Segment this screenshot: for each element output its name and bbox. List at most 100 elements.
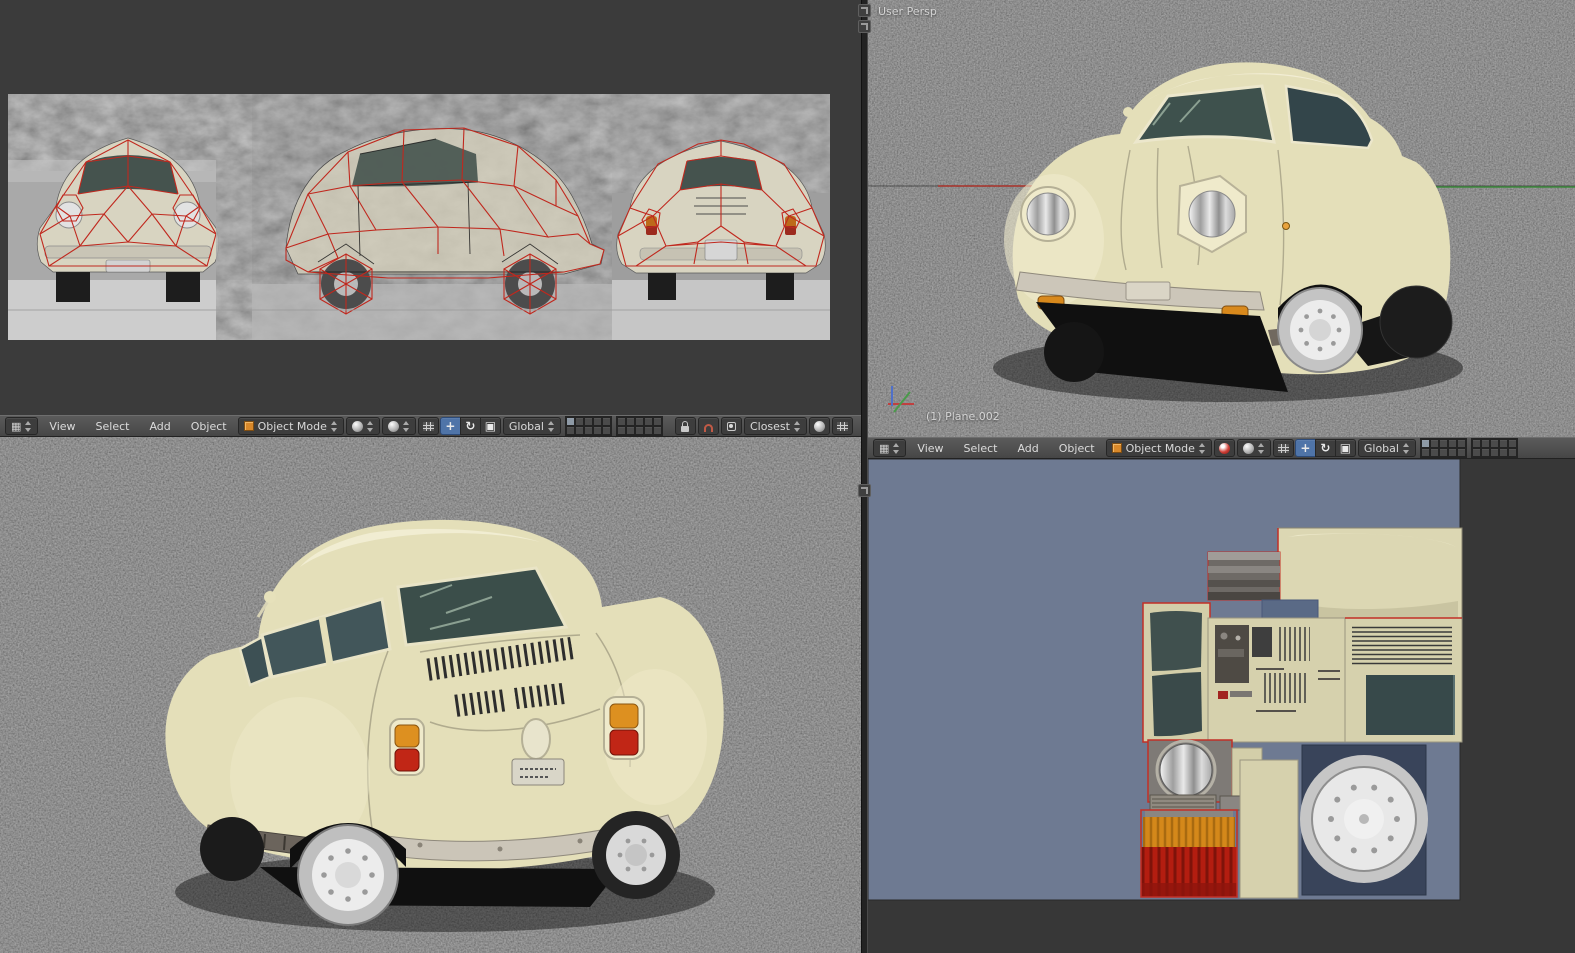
layer-toggle[interactable]: [626, 417, 635, 426]
area-corner-widget[interactable]: [858, 4, 871, 17]
layer-grid-2: [616, 416, 663, 436]
layer-toggle[interactable]: [593, 417, 602, 426]
layer-toggle[interactable]: [1508, 439, 1517, 448]
area-corner-widget[interactable]: [858, 484, 871, 497]
uv-island-headlight[interactable]: [1148, 740, 1232, 802]
editor-type-button[interactable]: ▦: [873, 439, 906, 457]
uv-island-cylinder[interactable]: [1208, 552, 1280, 600]
snap-element-button[interactable]: [721, 417, 742, 435]
menu-view[interactable]: View: [40, 418, 84, 435]
grid-icon: [1278, 444, 1289, 453]
rotate-manipulator-button[interactable]: ↻: [1315, 439, 1336, 457]
mode-label: Object Mode: [1126, 442, 1195, 455]
layer-toggle[interactable]: [617, 426, 626, 435]
rotate-manipulator-button[interactable]: ↻: [460, 417, 481, 435]
layer-toggle[interactable]: [1481, 448, 1490, 457]
layer-toggle[interactable]: [1457, 448, 1466, 457]
uv-island-taillight[interactable]: [1141, 810, 1237, 897]
reference-image-strip: [8, 94, 830, 340]
layer-toggle[interactable]: [593, 426, 602, 435]
layer-toggle[interactable]: [1472, 439, 1481, 448]
orientation-dropdown[interactable]: Global: [503, 417, 561, 435]
layer-toggle[interactable]: [575, 426, 584, 435]
layer-toggle[interactable]: [1457, 439, 1466, 448]
uv-island-runningboard[interactable]: [1150, 795, 1246, 811]
layer-toggle[interactable]: [1490, 439, 1499, 448]
mode-label: Object Mode: [258, 420, 327, 433]
layer-toggle[interactable]: [584, 426, 593, 435]
lock-button[interactable]: [675, 417, 696, 435]
menu-view[interactable]: View: [908, 440, 952, 457]
editor-type-icon: ▦: [11, 421, 21, 432]
layer-toggle[interactable]: [617, 417, 626, 426]
rear-right-wheel: [592, 811, 680, 899]
layer-toggle[interactable]: [575, 417, 584, 426]
translate-manipulator-button[interactable]: +: [1295, 439, 1316, 457]
manipulator-group: + ↻ ▣: [441, 417, 501, 435]
snap-target-dropdown[interactable]: Closest: [744, 417, 807, 435]
scale-manipulator-button[interactable]: ▣: [1335, 439, 1356, 457]
menu-select[interactable]: Select: [955, 440, 1007, 457]
layer-toggle[interactable]: [644, 426, 653, 435]
translate-manipulator-button[interactable]: +: [440, 417, 461, 435]
shading-button[interactable]: [1214, 439, 1235, 457]
scale-manipulator-button[interactable]: ▣: [480, 417, 501, 435]
layer-toggle[interactable]: [1490, 448, 1499, 457]
snap-grid-button[interactable]: [1273, 439, 1294, 457]
layer-toggle[interactable]: [1508, 448, 1517, 457]
mode-dropdown[interactable]: Object Mode: [1106, 439, 1212, 457]
menu-add[interactable]: Add: [140, 418, 179, 435]
uv-island-dashboard[interactable]: [1208, 618, 1348, 742]
layer-toggle[interactable]: [1448, 439, 1457, 448]
layer-toggle[interactable]: [626, 426, 635, 435]
render-sphere-icon: [814, 421, 825, 432]
layer-toggle[interactable]: [1430, 439, 1439, 448]
layer-toggle[interactable]: [1421, 448, 1430, 457]
front-right-wheel: [1278, 288, 1362, 372]
render-opengl-button[interactable]: [809, 417, 830, 435]
layer-toggle[interactable]: [584, 417, 593, 426]
viewport-shading-dropdown[interactable]: [346, 417, 380, 435]
editor-type-button[interactable]: ▦: [5, 417, 38, 435]
uv-island-vents-window[interactable]: [1345, 618, 1462, 742]
lay-toggle[interactable]: [1421, 439, 1430, 448]
pivot-point-dropdown[interactable]: [1237, 439, 1271, 457]
layer-toggle[interactable]: [1481, 439, 1490, 448]
layer-toggle[interactable]: [1448, 448, 1457, 457]
uv-island-windows[interactable]: [1143, 603, 1210, 742]
uv-island-strip-tall[interactable]: [1240, 760, 1298, 898]
snap-grid-button[interactable]: [418, 417, 439, 435]
rotate-icon: ↻: [465, 420, 475, 432]
menu-add[interactable]: Add: [1008, 440, 1047, 457]
layer-toggle[interactable]: [653, 417, 662, 426]
menu-select[interactable]: Select: [87, 418, 139, 435]
layer-toggle[interactable]: [1499, 448, 1508, 457]
layer-toggle[interactable]: [1439, 448, 1448, 457]
mode-dropdown[interactable]: Object Mode: [238, 417, 344, 435]
layer-toggle[interactable]: [635, 417, 644, 426]
area-divider[interactable]: [861, 0, 868, 953]
layer-toggle[interactable]: [635, 426, 644, 435]
layer-toggle[interactable]: [602, 426, 611, 435]
layer-toggle[interactable]: [1439, 439, 1448, 448]
menu-object[interactable]: Object: [1050, 440, 1104, 457]
layer-toggle[interactable]: [1499, 439, 1508, 448]
snap-toggle-button[interactable]: [698, 417, 719, 435]
pivot-point-dropdown[interactable]: [382, 417, 416, 435]
layer-toggle[interactable]: [653, 426, 662, 435]
viewport-header-left: ▦ View Select Add Object Object Mode + ↻…: [0, 415, 861, 437]
uv-island-wheel[interactable]: [1300, 745, 1428, 895]
orientation-dropdown[interactable]: Global: [1358, 439, 1416, 457]
menu-object[interactable]: Object: [182, 418, 236, 435]
layer-toggle[interactable]: [566, 417, 575, 426]
layer-toggle[interactable]: [1430, 448, 1439, 457]
layer-toggle[interactable]: [602, 417, 611, 426]
layer-toggle[interactable]: [1472, 448, 1481, 457]
dropdown-arrows-icon: [1199, 443, 1206, 454]
render-anim-button[interactable]: [832, 417, 853, 435]
layer-toggle[interactable]: [566, 426, 575, 435]
layer-toggle[interactable]: [644, 417, 653, 426]
snap-target-label: Closest: [750, 420, 790, 433]
area-corner-widget[interactable]: [858, 20, 871, 33]
grid-icon: [423, 422, 434, 431]
